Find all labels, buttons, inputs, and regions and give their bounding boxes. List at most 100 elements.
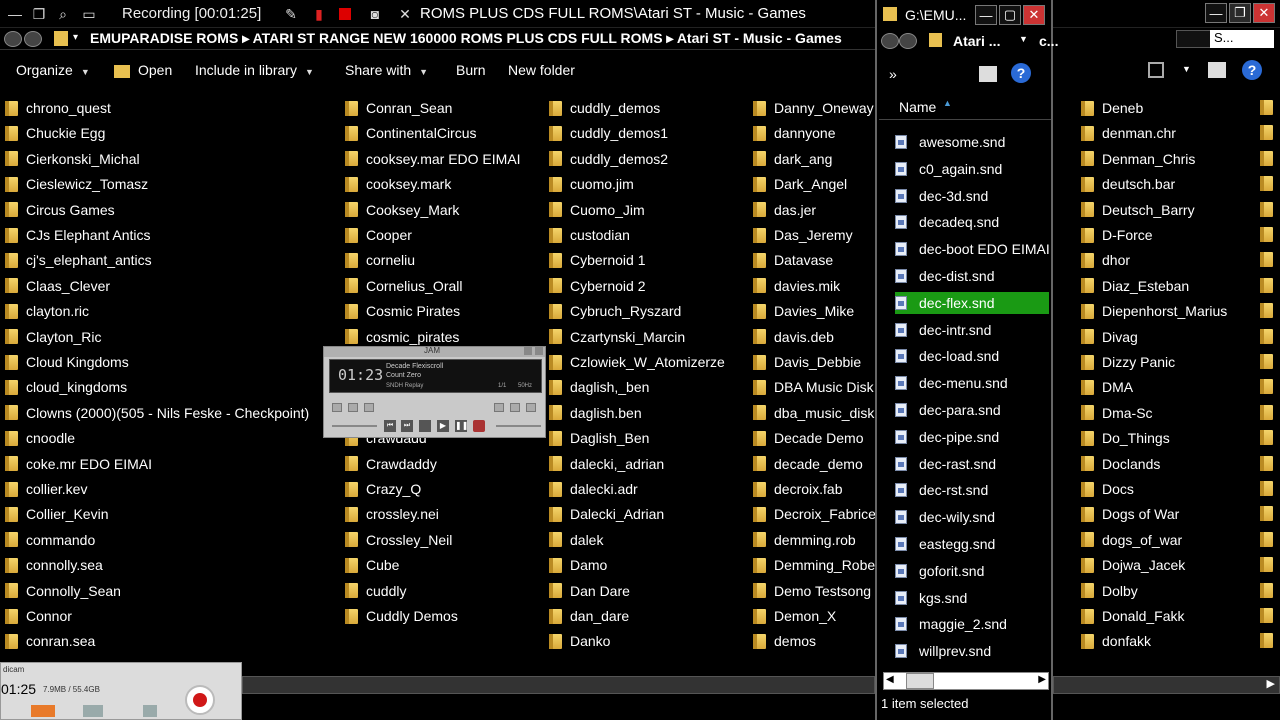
folder-item[interactable]: demos [753, 631, 816, 651]
scroll-right-icon[interactable]: ▶ [1038, 674, 1046, 685]
scroll-right-icon[interactable]: ▶ [1267, 677, 1275, 690]
player-minimize-icon[interactable] [524, 347, 532, 355]
chevron-down-icon[interactable]: ▾ [73, 32, 78, 43]
burn-button[interactable]: Burn [456, 62, 486, 78]
folder-item[interactable]: Clowns (2000)(505 - Nils Feske - Checkpo… [5, 403, 309, 423]
folder-item[interactable]: donfakk [1081, 631, 1151, 651]
folder-item[interactable]: cooksey.mar EDO EIMAI [345, 149, 521, 169]
folder-item[interactable]: Cierkonski_Michal [5, 149, 140, 169]
recorder-tool-icon[interactable] [31, 705, 55, 717]
folder-item[interactable]: Deneb [1081, 98, 1143, 118]
folder-item[interactable]: cuddly_demos [549, 98, 660, 118]
folder-item[interactable]: daglish,_ben [549, 377, 649, 397]
folder-item[interactable]: Deutsch_Barry [1081, 200, 1195, 220]
folder-item[interactable]: ContinentalCircus [345, 123, 477, 143]
folder-item[interactable]: demming.rob [753, 530, 856, 550]
file-row[interactable]: dec-para.snd [895, 399, 1049, 421]
folder-item[interactable]: collier.kev [5, 479, 87, 499]
folder-item[interactable]: Denman_Chris [1081, 149, 1195, 169]
folder-item[interactable]: dannyone [753, 123, 836, 143]
folder-item[interactable]: decroix.fab [753, 479, 842, 499]
folder-item[interactable]: cuomo.jim [549, 174, 634, 194]
file-row[interactable]: c0_again.snd [895, 158, 1049, 180]
folder-item[interactable]: Crazy_Q [345, 479, 421, 499]
file-row[interactable]: dec-load.snd [895, 345, 1049, 367]
folder-item[interactable]: D-Force [1081, 225, 1153, 245]
second-maximize-button[interactable]: ▢ [999, 5, 1021, 25]
folder-item[interactable]: Connor [5, 606, 72, 626]
player-title-bar[interactable]: JAM [324, 346, 545, 357]
folder-item[interactable]: Demon_X [753, 606, 836, 626]
player-option-button[interactable] [332, 403, 342, 412]
folder-item[interactable]: Danko [549, 631, 610, 651]
player-seek-bar[interactable] [332, 425, 377, 427]
breadcrumb[interactable]: EMUPARADISE ROMS ▸ ATARI ST RANGE NEW 16… [90, 30, 842, 47]
folder-item[interactable]: Docs [1081, 479, 1134, 499]
folder-item[interactable]: Dizzy Panic [1081, 352, 1175, 372]
folder-item[interactable]: Demo Testsong [753, 581, 871, 601]
folder-item[interactable]: coke.mr EDO EIMAI [5, 454, 152, 474]
help-icon[interactable]: ? [1011, 63, 1031, 83]
folder-item[interactable]: dalek [549, 530, 603, 550]
second-minimize-button[interactable]: — [975, 5, 997, 25]
folder-item[interactable]: Claas_Clever [5, 276, 110, 296]
folder-item[interactable]: DMA [1081, 377, 1133, 397]
folder-item[interactable]: corneliu [345, 250, 415, 270]
second-close-button[interactable]: ✕ [1023, 5, 1045, 25]
next-icon[interactable]: ⏭ [401, 420, 413, 432]
folder-item[interactable]: Connolly_Sean [5, 581, 121, 601]
folder-item[interactable]: chrono_quest [5, 98, 111, 118]
refresh-button[interactable] [1176, 30, 1212, 48]
folder-item[interactable]: clayton.ric [5, 301, 89, 321]
share-with-button[interactable]: Share with ▼ [345, 62, 428, 78]
pencil-icon[interactable]: ✎ [282, 5, 300, 23]
folder-item[interactable]: Clayton_Ric [5, 327, 101, 347]
minimize-button[interactable]: — [1205, 3, 1227, 23]
folder-item[interactable]: Cybruch_Ryszard [549, 301, 681, 321]
file-row[interactable]: dec-intr.snd [895, 319, 1049, 341]
folder-item[interactable]: Cube [345, 555, 399, 575]
back-button[interactable] [881, 33, 899, 49]
file-row[interactable]: eastegg.snd [895, 533, 1049, 555]
folder-item[interactable]: Collier_Kevin [5, 504, 108, 524]
folder-item[interactable]: Danny_Oneway [753, 98, 874, 118]
help-icon[interactable]: ? [1242, 60, 1262, 80]
trash-icon[interactable]: ▮ [310, 5, 328, 23]
folder-item[interactable]: Donald_Fakk [1081, 606, 1185, 626]
file-row[interactable]: goforit.snd [895, 560, 1049, 582]
folder-item[interactable]: deutsch.bar [1081, 174, 1175, 194]
file-row[interactable]: dec-3d.snd [895, 185, 1049, 207]
folder-item[interactable]: Demming_Robe [753, 555, 875, 575]
folder-item[interactable]: Crawdaddy [345, 454, 437, 474]
close-icon[interactable]: ✕ [396, 5, 414, 23]
crop-icon[interactable]: ▭ [80, 5, 98, 23]
file-row[interactable]: dec-dist.snd [895, 265, 1049, 287]
main-horizontal-scrollbar[interactable]: ▶ [1053, 676, 1280, 694]
play-icon[interactable]: ▶ [437, 420, 449, 432]
previous-icon[interactable]: ⏮ [384, 420, 396, 432]
folder-item[interactable]: Dalecki_Adrian [549, 504, 664, 524]
folder-item[interactable]: Czlowiek_W_Atomizerze [549, 352, 725, 372]
folder-item[interactable]: Dma-Sc [1081, 403, 1153, 423]
player-close-icon[interactable] [535, 347, 543, 355]
file-row[interactable]: maggie_2.snd [895, 613, 1049, 635]
camera-icon[interactable]: ◙ [366, 5, 384, 23]
player-option-button[interactable] [510, 403, 520, 412]
folder-item[interactable]: Divag [1081, 327, 1138, 347]
folder-item[interactable]: dba_music_disk [753, 403, 874, 423]
player-option-button[interactable] [494, 403, 504, 412]
second-explorer-window[interactable]: G:\EMU... — ▢ ✕ Atari ... ▼ c... » ? Nam… [875, 0, 1058, 720]
folder-item[interactable]: Dojwa_Jacek [1081, 555, 1185, 575]
folder-item[interactable]: Cloud Kingdoms [5, 352, 129, 372]
folder-item[interactable]: Conran_Sean [345, 98, 452, 118]
folder-item[interactable]: Cosmic Pirates [345, 301, 460, 321]
folder-item[interactable]: Datavase [753, 250, 833, 270]
forward-button[interactable] [24, 31, 42, 47]
folder-item[interactable]: DBA Music Disk [753, 377, 874, 397]
folder-item[interactable]: Doclands [1081, 454, 1160, 474]
file-row[interactable]: kgs.snd [895, 587, 1049, 609]
chevron-down-icon[interactable]: ▼ [1019, 34, 1028, 44]
folder-item[interactable]: Cooksey_Mark [345, 200, 459, 220]
file-row[interactable]: decadeq.snd [895, 211, 1049, 233]
expand-chevron-icon[interactable]: » [889, 66, 897, 82]
